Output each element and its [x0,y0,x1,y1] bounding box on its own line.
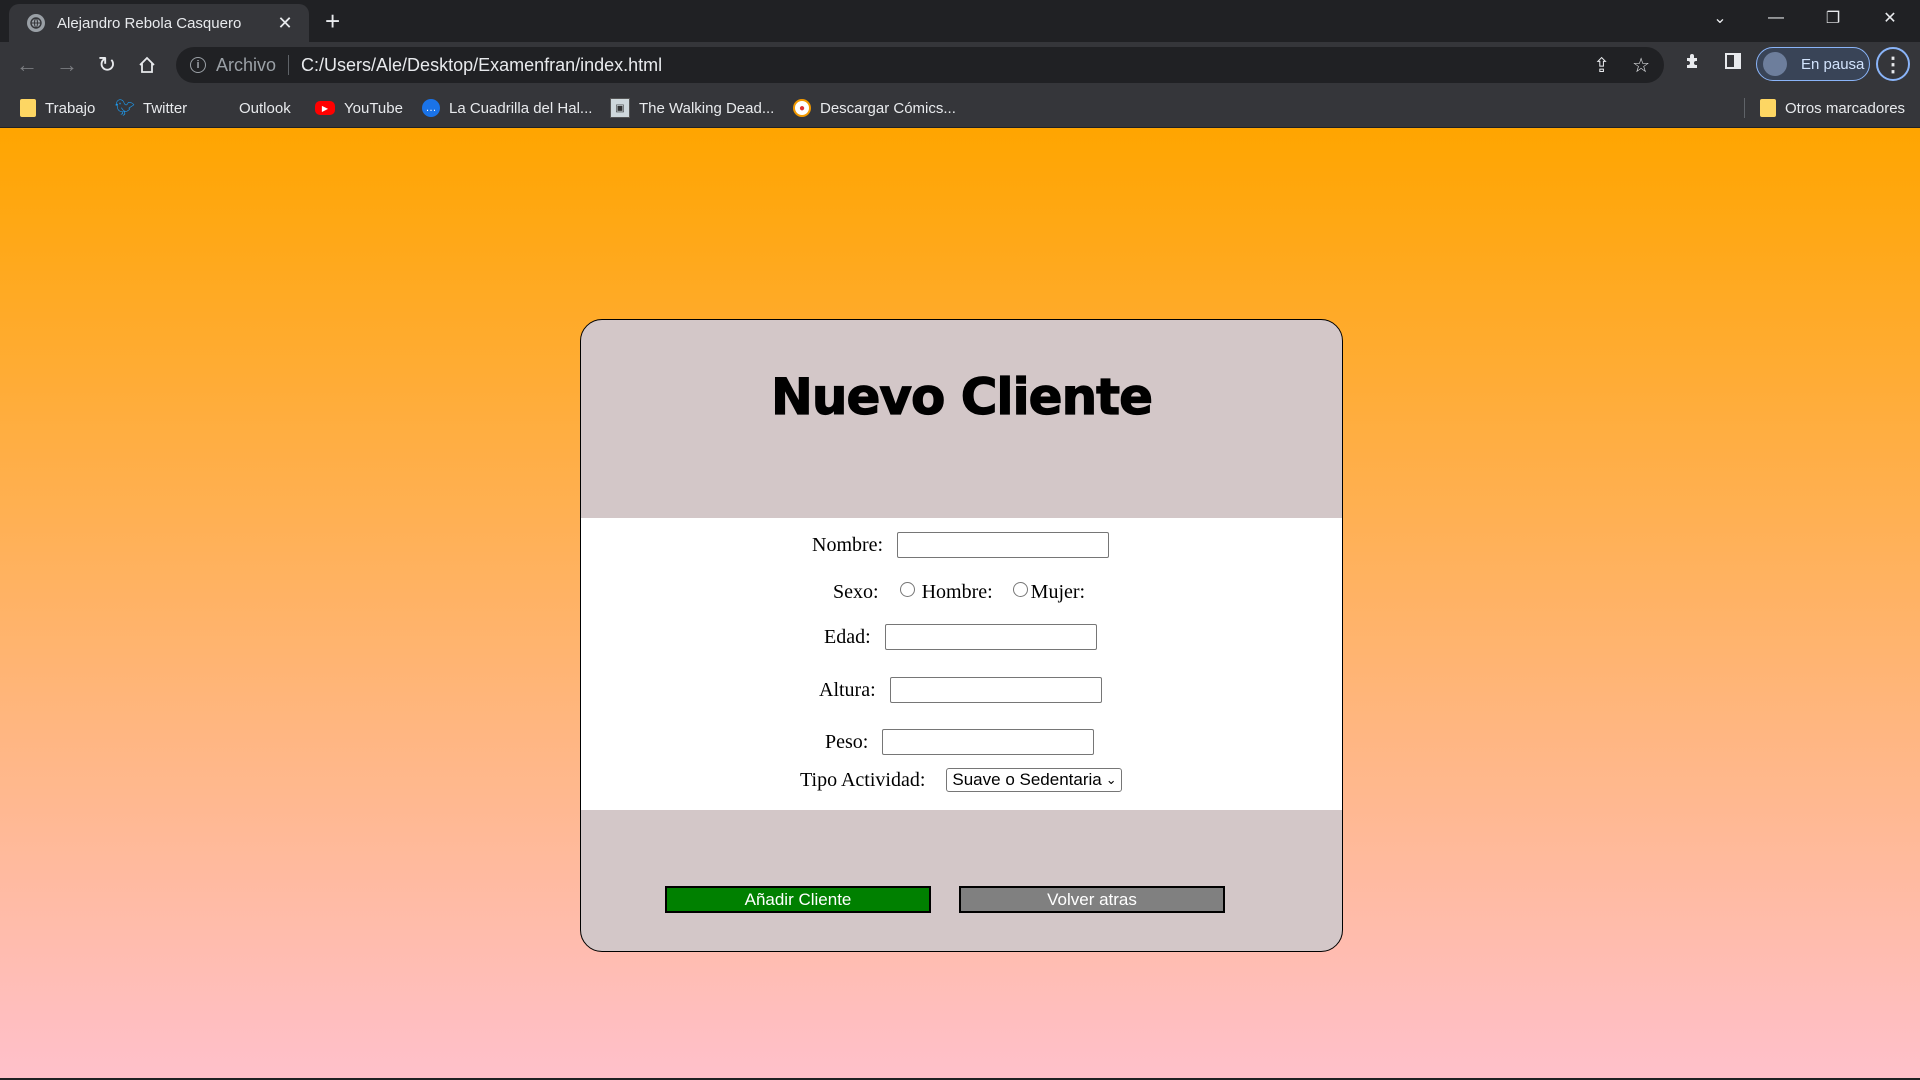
bookmark-otros-marcadores[interactable]: Otros marcadores [1760,96,1905,120]
bookmark-twitter[interactable]: 🐦︎ Twitter [114,96,188,120]
form-card: Nuevo Cliente Nombre: Sexo: Hombre: Muje… [580,319,1343,952]
nombre-row: Nombre: [812,532,1110,558]
edad-row: Edad: [824,624,1097,650]
peso-row: Peso: [825,729,1095,755]
bookmarks-divider [1744,98,1745,118]
bookmark-label: The Walking Dead... [639,99,775,117]
bookmark-trabajo[interactable]: Trabajo [20,96,95,120]
site-icon: ● [793,99,811,117]
nombre-label: Nombre: [812,533,884,556]
sexo-row: Sexo: Hombre: Mujer: [833,581,1085,604]
bookmarks-bar: Trabajo 🐦︎ Twitter Outlook ▶ YouTube … L… [0,88,1920,128]
address-separator [288,55,290,75]
mujer-label: Mujer: [1030,581,1086,603]
page-viewport: Nuevo Cliente Nombre: Sexo: Hombre: Muje… [0,128,1920,1078]
bookmark-descargar-comics[interactable]: ● Descargar Cómics... [793,96,956,120]
nombre-input[interactable] [897,532,1110,558]
back-button[interactable]: Volver atras [959,886,1225,913]
youtube-icon: ▶ [315,101,335,115]
altura-label: Altura: [819,678,876,701]
kebab-menu-icon[interactable]: ⋮ [1876,47,1910,81]
avatar [1763,52,1787,76]
forward-arrow-icon[interactable]: → [52,50,82,80]
reload-icon[interactable]: ↻ [92,50,122,80]
bookmark-label: Otros marcadores [1785,99,1906,117]
actividad-selected: Suave o Sedentaria [952,770,1102,789]
bookmark-label: Descargar Cómics... [820,99,956,117]
address-bar[interactable]: i Archivo C:/Users/Ale/Desktop/Examenfra… [176,47,1664,83]
address-url[interactable]: C:/Users/Ale/Desktop/Examenfran/index.ht… [301,55,662,76]
folder-icon [20,99,36,117]
tab-search-icon[interactable]: ⌄ [1692,0,1748,36]
chevron-down-icon: ⌄ [1105,772,1117,787]
tab-strip: Alejandro Rebola Casquero ✕ + ⌄ — ❐ ✕ [0,0,1920,42]
close-tab-icon[interactable]: ✕ [275,13,295,34]
radio-mujer[interactable] [1012,582,1028,597]
add-client-button[interactable]: Añadir Cliente [665,886,931,913]
actividad-label: Tipo Actividad: [800,768,926,791]
outlook-icon [211,99,230,118]
tab-title: Alejandro Rebola Casquero [57,14,242,32]
chat-icon: … [422,99,440,117]
bookmark-label: Trabajo [45,99,96,117]
new-tab-button[interactable]: + [325,7,340,35]
sexo-label: Sexo: [833,581,879,603]
star-icon[interactable]: ☆ [1632,53,1650,78]
globe-icon [27,14,45,32]
info-icon[interactable]: i [190,57,206,73]
close-window-icon[interactable]: ✕ [1862,0,1918,36]
share-icon[interactable]: ⇪ [1593,53,1610,78]
edad-label: Edad: [824,625,871,648]
back-arrow-icon[interactable]: ← [12,50,42,80]
bookmark-label: YouTube [344,99,403,117]
altura-row: Altura: [819,677,1102,703]
side-panel-icon[interactable] [1720,52,1746,76]
browser-toolbar: ← → ↻ i Archivo C:/Users/Ale/Desktop/Exa… [0,42,1920,88]
site-icon: ▣ [610,98,630,118]
page-title: Nuevo Cliente [770,367,1153,426]
peso-input[interactable] [882,729,1095,755]
restore-icon[interactable]: ❐ [1805,0,1861,36]
client-form: Nombre: Sexo: Hombre: Mujer: Edad: Altur… [581,518,1342,810]
address-scheme: Archivo [216,54,277,75]
twitter-icon: 🐦︎ [114,100,136,117]
profile-label: En pausa [1801,55,1865,73]
peso-label: Peso: [825,730,869,753]
bookmark-la-cuadrilla[interactable]: … La Cuadrilla del Hal... [422,96,592,120]
bookmark-label: La Cuadrilla del Hal... [449,99,593,117]
bookmark-label: Twitter [143,99,188,117]
actividad-row: Tipo Actividad: Suave o Sedentaria ⌄ [800,768,1122,792]
tab-active[interactable]: Alejandro Rebola Casquero ✕ [9,4,309,42]
bookmark-youtube[interactable]: ▶ YouTube [315,96,403,120]
bookmark-outlook[interactable]: Outlook [211,96,291,120]
extensions-icon[interactable] [1680,52,1706,76]
altura-input[interactable] [889,677,1102,703]
home-icon[interactable] [132,50,162,80]
bookmark-label: Outlook [239,99,291,117]
minimize-icon[interactable]: — [1748,0,1804,36]
profile-button[interactable]: En pausa [1756,47,1870,81]
radio-hombre[interactable] [899,582,915,597]
folder-icon [1760,99,1776,117]
hombre-label: Hombre: [921,581,993,603]
bookmark-walking-dead[interactable]: ▣ The Walking Dead... [610,96,774,120]
edad-input[interactable] [884,624,1097,650]
actividad-select[interactable]: Suave o Sedentaria ⌄ [946,768,1122,792]
